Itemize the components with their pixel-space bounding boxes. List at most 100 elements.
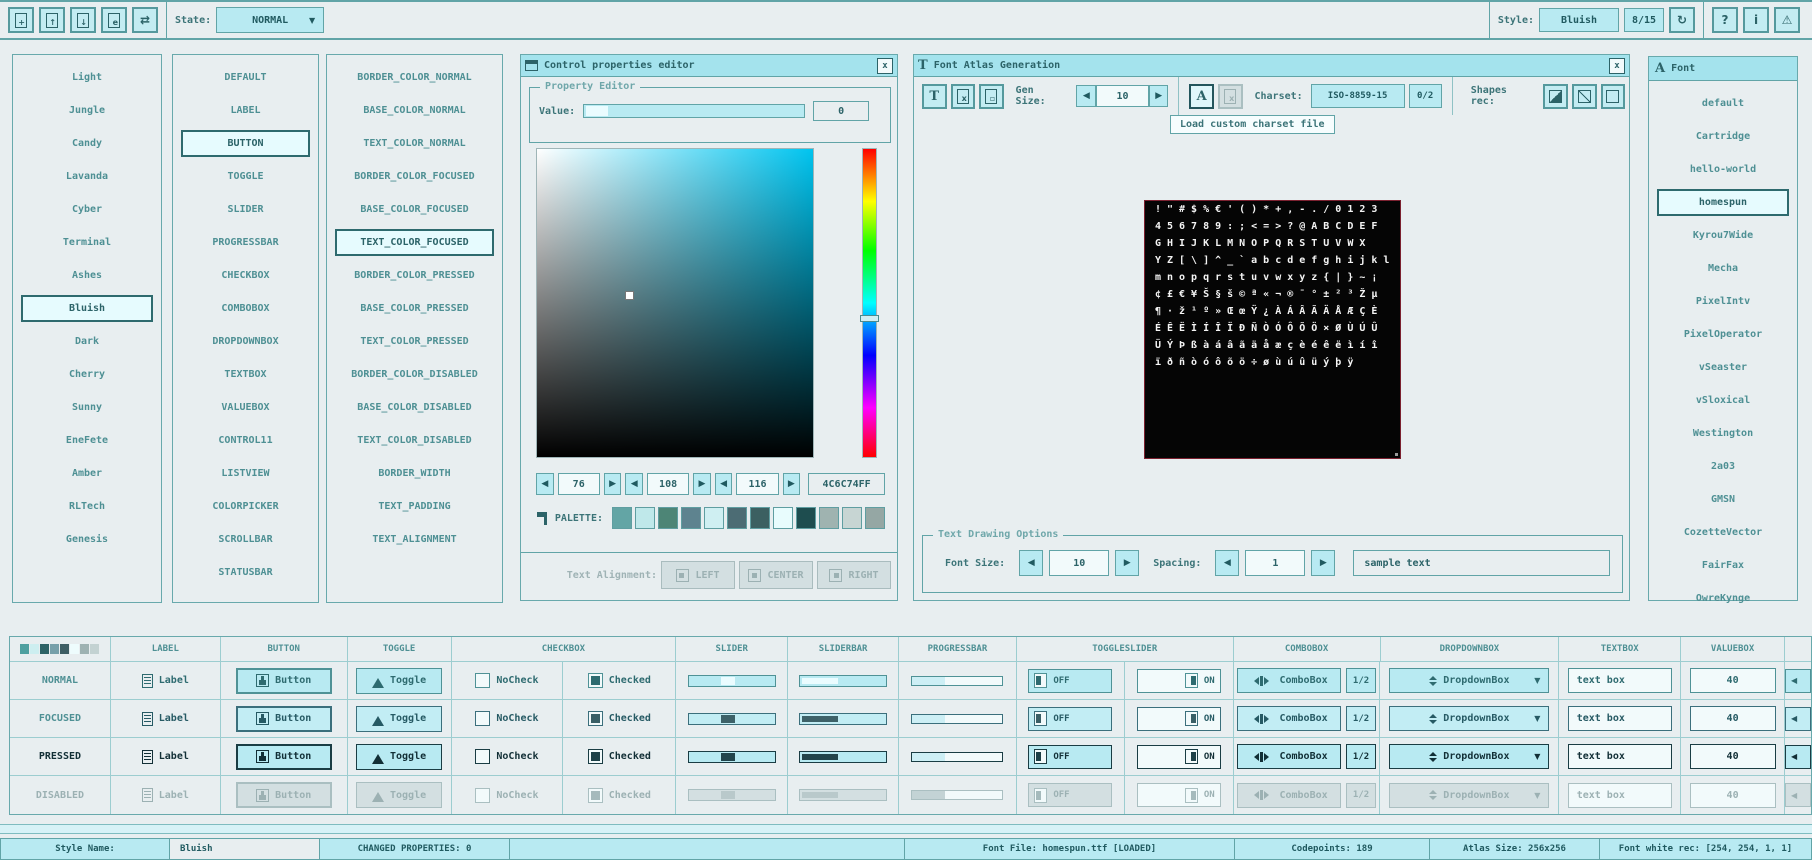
font-size-value[interactable]: 10	[1049, 550, 1109, 576]
preview-toggleslider-off[interactable]: OFF	[1028, 669, 1112, 693]
list-item-cozettevector[interactable]: CozetteVector	[1657, 519, 1789, 546]
close-icon[interactable]: x	[877, 58, 893, 74]
list-item-colorpicker[interactable]: COLORPICKER	[181, 493, 310, 520]
preview-slider[interactable]	[688, 751, 776, 763]
list-item-cyber[interactable]: Cyber	[21, 196, 153, 223]
list-item-hello-world[interactable]: hello-world	[1657, 156, 1789, 183]
load-style-file-button[interactable]: ↑	[39, 7, 65, 33]
color-swatch[interactable]	[70, 644, 79, 654]
window-titlebar[interactable]: T Font Atlas Generation x	[914, 55, 1629, 77]
list-item-valuebox[interactable]: VALUEBOX	[181, 394, 310, 421]
issue-button[interactable]: ⚠	[1774, 7, 1800, 33]
list-item-statusbar[interactable]: STATUSBAR	[181, 559, 310, 586]
preview-toggleslider-on[interactable]: ON	[1137, 669, 1221, 693]
preview-dropdownbox[interactable]: DropdownBox▼	[1389, 744, 1549, 769]
combobox-counter[interactable]: 1/2	[1346, 668, 1376, 693]
preview-combobox[interactable]: ComboBox	[1237, 744, 1341, 769]
color-swatch[interactable]	[681, 507, 701, 529]
preview-valuebox[interactable]: 40	[1690, 668, 1776, 693]
preview-textbox[interactable]: text box	[1568, 706, 1672, 731]
preview-checkbox-unchecked[interactable]: NoCheck	[475, 711, 538, 726]
gen-size-value[interactable]: 10	[1096, 85, 1149, 107]
spacing-increment-button[interactable]: ▶	[1311, 550, 1335, 576]
list-item-toggle[interactable]: TOGGLE	[181, 163, 310, 190]
color-swatch[interactable]	[90, 644, 99, 654]
preview-textbox[interactable]: text box	[1568, 783, 1672, 808]
preview-sliderbar[interactable]	[799, 751, 887, 763]
list-item-homespun[interactable]: homespun	[1657, 189, 1789, 216]
shapes-rec-outline-button[interactable]	[1601, 84, 1626, 109]
list-item-amber[interactable]: Amber	[21, 460, 153, 487]
preview-sliderbar[interactable]	[799, 789, 887, 801]
gen-size-increment-button[interactable]: ▶	[1149, 85, 1169, 107]
preview-slider[interactable]	[688, 675, 776, 687]
unload-font-button[interactable]: x	[951, 84, 976, 109]
preview-checkbox-unchecked[interactable]: NoCheck	[475, 788, 538, 803]
preview-checkbox-checked[interactable]: Checked	[588, 788, 651, 803]
list-item-bluish[interactable]: Bluish	[21, 295, 153, 322]
hue-bar[interactable]	[862, 148, 877, 458]
load-charset-button[interactable]: A	[1189, 84, 1214, 109]
align-left-button[interactable]: LEFT	[661, 561, 735, 589]
list-item-base-color-focused[interactable]: BASE_COLOR_FOCUSED	[335, 196, 494, 223]
list-item-cartridge[interactable]: Cartridge	[1657, 123, 1789, 150]
preview-spinner-partial[interactable]: ◀	[1785, 745, 1811, 769]
color-swatch[interactable]	[60, 644, 69, 654]
list-item-scrollbar[interactable]: SCROLLBAR	[181, 526, 310, 553]
preview-valuebox[interactable]: 40	[1690, 706, 1776, 731]
preview-slider[interactable]	[688, 713, 776, 725]
blue-decrement-button[interactable]: ◀	[715, 473, 733, 495]
preview-toggleslider-off[interactable]: OFF	[1028, 783, 1112, 807]
shapes-rec-fill-button[interactable]	[1543, 84, 1568, 109]
list-item-jungle[interactable]: Jungle	[21, 97, 153, 124]
color-swatch[interactable]	[30, 644, 39, 654]
list-item-text-color-normal[interactable]: TEXT_COLOR_NORMAL	[335, 130, 494, 157]
list-item-border-color-pressed[interactable]: BORDER_COLOR_PRESSED	[335, 262, 494, 289]
preview-toggle[interactable]: Toggle	[356, 782, 442, 808]
spacing-value[interactable]: 1	[1245, 550, 1305, 576]
list-item-westington[interactable]: Westington	[1657, 420, 1789, 447]
green-decrement-button[interactable]: ◀	[625, 473, 643, 495]
list-item-default[interactable]: DEFAULT	[181, 64, 310, 91]
slider-handle[interactable]	[586, 106, 608, 116]
state-dropdown[interactable]: NORMAL ▼	[216, 7, 324, 33]
list-item-border-width[interactable]: BORDER_WIDTH	[335, 460, 494, 487]
unload-charset-button[interactable]: x	[1218, 84, 1243, 109]
hex-value-box[interactable]: 4C6C74FF	[808, 473, 885, 495]
preview-toggleslider-off[interactable]: OFF	[1028, 707, 1112, 731]
preview-combobox[interactable]: ComboBox	[1237, 706, 1341, 731]
color-swatch[interactable]	[80, 644, 89, 654]
list-item-button[interactable]: BUTTON	[181, 130, 310, 157]
list-item-base-color-pressed[interactable]: BASE_COLOR_PRESSED	[335, 295, 494, 322]
combobox-counter[interactable]: 1/2	[1346, 744, 1376, 769]
list-item-lavanda[interactable]: Lavanda	[21, 163, 153, 190]
font-text-button[interactable]: T	[922, 84, 947, 109]
style-name-button[interactable]: Bluish	[1539, 8, 1619, 32]
font-size-decrement-button[interactable]: ◀	[1019, 550, 1043, 576]
list-item-candy[interactable]: Candy	[21, 130, 153, 157]
list-item-border-color-normal[interactable]: BORDER_COLOR_NORMAL	[335, 64, 494, 91]
list-item-cherry[interactable]: Cherry	[21, 361, 153, 388]
preview-textbox[interactable]: text box	[1568, 744, 1672, 769]
list-item-pixelintv[interactable]: PixelIntv	[1657, 288, 1789, 315]
list-item-border-color-focused[interactable]: BORDER_COLOR_FOCUSED	[335, 163, 494, 190]
list-item-progressbar[interactable]: PROGRESSBAR	[181, 229, 310, 256]
list-item-kyrou7wide[interactable]: Kyrou7Wide	[1657, 222, 1789, 249]
list-item-text-color-pressed[interactable]: TEXT_COLOR_PRESSED	[335, 328, 494, 355]
color-swatch[interactable]	[865, 507, 885, 529]
color-swatch[interactable]	[773, 507, 793, 529]
list-item-listview[interactable]: LISTVIEW	[181, 460, 310, 487]
preview-checkbox-checked[interactable]: Checked	[588, 711, 651, 726]
list-item-dark[interactable]: Dark	[21, 328, 153, 355]
style-name-input[interactable]: Bluish	[170, 838, 320, 860]
preview-combobox[interactable]: ComboBox	[1237, 668, 1341, 693]
preview-button[interactable]: Button	[236, 706, 332, 732]
list-item-ashes[interactable]: Ashes	[21, 262, 153, 289]
close-icon[interactable]: x	[1609, 58, 1625, 74]
color-swatch[interactable]	[750, 507, 770, 529]
red-increment-button[interactable]: ▶	[604, 473, 622, 495]
list-item-gmsn[interactable]: GMSN	[1657, 486, 1789, 513]
preview-valuebox[interactable]: 40	[1690, 783, 1776, 808]
preview-toggle[interactable]: Toggle	[356, 744, 442, 770]
preview-checkbox-unchecked[interactable]: NoCheck	[475, 673, 538, 688]
